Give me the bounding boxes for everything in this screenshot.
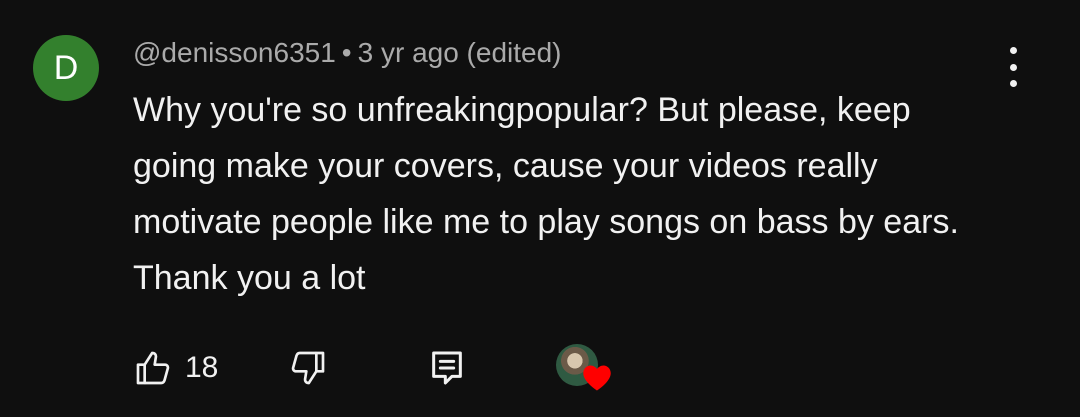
- avatar[interactable]: D: [33, 35, 99, 101]
- dislike-button[interactable]: [288, 348, 328, 388]
- reply-comment-icon: [432, 351, 462, 385]
- creator-heart[interactable]: [556, 344, 612, 394]
- like-count: 18: [185, 351, 219, 384]
- comment-meta: @denisson6351 • 3 yr ago (edited): [133, 33, 562, 73]
- thumbs-down-icon: [291, 351, 325, 385]
- like-button[interactable]: 18: [133, 348, 218, 388]
- thumbs-up-icon: [136, 351, 170, 385]
- comment-text: Why you're so unfreakingpopular? But ple…: [133, 91, 959, 297]
- comment-time: 3 yr ago (edited): [357, 37, 562, 68]
- meta-separator: •: [341, 37, 352, 68]
- avatar-letter: D: [53, 48, 79, 87]
- reply-button[interactable]: [430, 348, 464, 388]
- username[interactable]: @denisson6351: [133, 37, 336, 68]
- more-vertical-icon[interactable]: [995, 47, 1031, 87]
- comment-actions: 18: [0, 340, 1080, 400]
- comment-card: D @denisson6351 • 3 yr ago (edited) Why yo…: [0, 0, 1080, 417]
- heart-icon: [583, 365, 611, 391]
